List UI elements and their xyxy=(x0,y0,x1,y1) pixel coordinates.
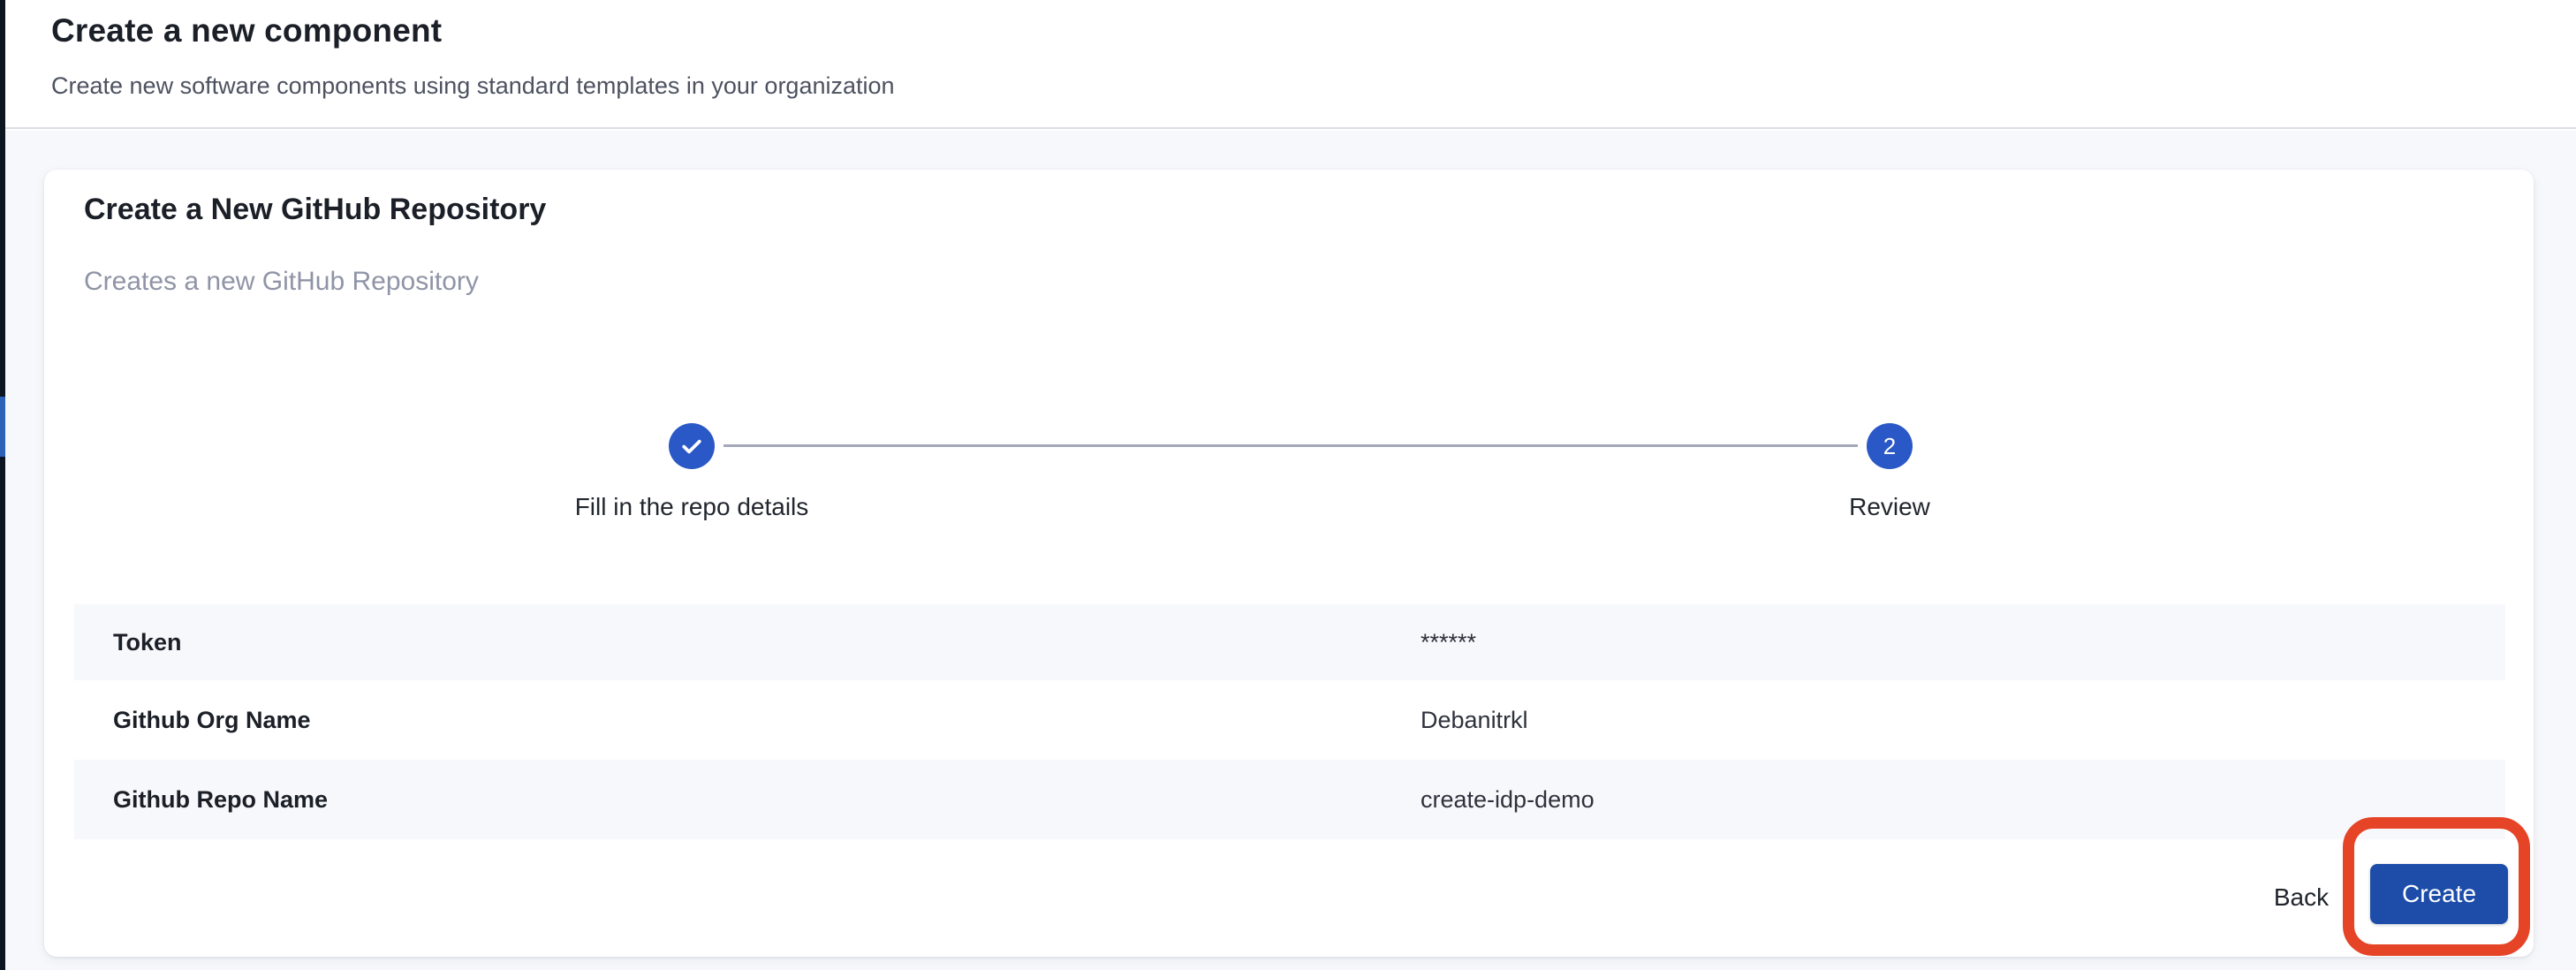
review-row-label: Github Org Name xyxy=(113,707,1421,734)
card-subtitle: Creates a new GitHub Repository xyxy=(84,267,479,297)
check-icon xyxy=(678,433,705,459)
review-row-value: create-idp-demo xyxy=(1421,786,1595,814)
table-row: Token ****** xyxy=(74,604,2505,680)
review-table: Token ****** Github Org Name Debanitrkl … xyxy=(74,604,2505,839)
template-wizard-card: Create a New GitHub Repository Creates a… xyxy=(44,170,2534,957)
table-row: Github Repo Name create-idp-demo xyxy=(74,760,2505,839)
step-2-label: Review xyxy=(1713,493,2066,521)
step-1-completed-circle xyxy=(669,423,715,469)
table-row: Github Org Name Debanitrkl xyxy=(74,680,2505,760)
review-row-value: ****** xyxy=(1421,629,1476,656)
page-title: Create a new component xyxy=(51,12,442,49)
step-2-active-circle: 2 xyxy=(1867,423,1913,469)
page-subtitle: Create new software components using sta… xyxy=(51,72,895,100)
step-1-label: Fill in the repo details xyxy=(515,493,868,521)
review-row-label: Github Repo Name xyxy=(113,786,1421,814)
card-title: Create a New GitHub Repository xyxy=(84,193,546,227)
review-row-value: Debanitrkl xyxy=(1421,707,1528,734)
page-body: Create a New GitHub Repository Creates a… xyxy=(5,131,2576,970)
back-button[interactable]: Back xyxy=(2248,875,2354,921)
create-button[interactable]: Create xyxy=(2370,864,2508,924)
step-2-number: 2 xyxy=(1883,433,1896,460)
review-row-label: Token xyxy=(113,629,1421,656)
stepper-connector-line xyxy=(724,444,1858,447)
page-header: Create a new component Create new softwa… xyxy=(5,0,2576,129)
